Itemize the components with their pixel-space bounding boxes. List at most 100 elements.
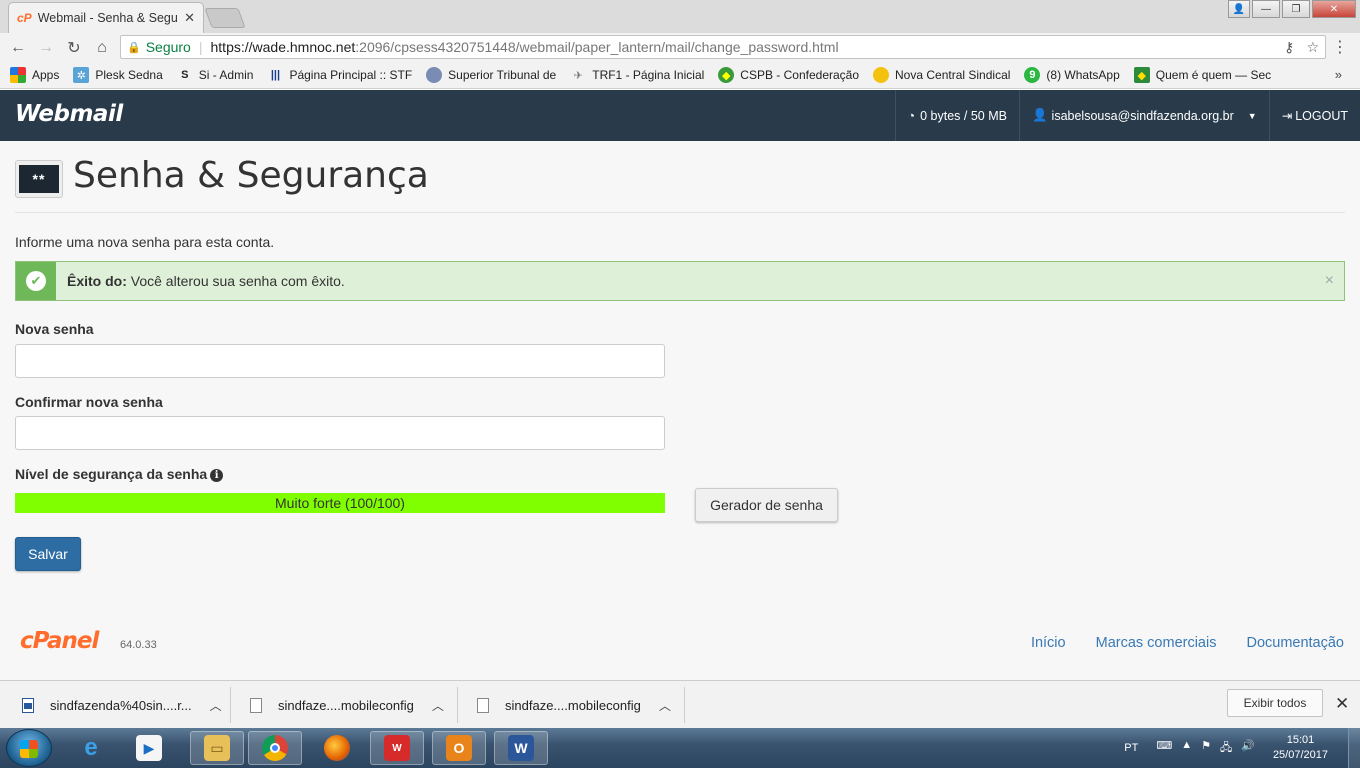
url-host: https://wade.hmnoc.net bbox=[210, 39, 356, 55]
bookmark-item[interactable]: ✈ TRF1 - Página Inicial bbox=[570, 67, 705, 83]
bookmark-item[interactable]: Superior Tribunal de bbox=[426, 67, 556, 83]
profile-icon[interactable]: 👤 bbox=[1228, 0, 1250, 18]
tray-expand-icon[interactable]: ▲ bbox=[1181, 739, 1192, 758]
key-icon[interactable]: ⚷ bbox=[1284, 39, 1294, 56]
volume-icon[interactable]: 🔊 bbox=[1241, 739, 1255, 758]
network-icon[interactable]: 🖧 bbox=[1220, 739, 1232, 758]
bookmark-item[interactable]: ◆ Quem é quem — Sec bbox=[1133, 67, 1271, 83]
system-tray: PT ⌨ ▲ ⚑ 🖧 🔊 15:01 25/07/2017 bbox=[1124, 728, 1360, 768]
bookmark-item[interactable]: ✲ Plesk Sedna bbox=[73, 67, 163, 83]
strength-text: Muito forte (100/100) bbox=[275, 495, 405, 511]
user-email: isabelsousa@sindfazenda.org.br bbox=[1051, 108, 1234, 123]
si-admin-icon: S bbox=[181, 69, 189, 81]
windows-logo-icon bbox=[20, 740, 38, 758]
chrome-icon[interactable] bbox=[248, 731, 302, 765]
download-item[interactable]: sindfaze....mobileconfig ︿ bbox=[477, 689, 671, 721]
main-content: ** Senha & Segurança Informe uma nova se… bbox=[0, 141, 1360, 680]
new-tab-button[interactable] bbox=[204, 8, 246, 28]
user-icon: 👤 bbox=[1031, 108, 1048, 122]
footer-link-home[interactable]: Início bbox=[1031, 635, 1066, 651]
reload-icon[interactable]: ↻ bbox=[60, 38, 88, 58]
download-filename: sindfaze....mobileconfig bbox=[505, 697, 641, 713]
bookmarks-bar: Apps ✲ Plesk Sedna S Si - Admin ||| Página … bbox=[0, 62, 1360, 89]
download-item[interactable]: sindfazenda%40sin....r... ︿ bbox=[22, 689, 222, 721]
language-indicator[interactable]: PT bbox=[1124, 742, 1138, 754]
password-page-icon: ** bbox=[15, 160, 63, 198]
quota-indicator[interactable]: ◔ 0 bytes / 50 MB bbox=[894, 90, 1019, 141]
bookmark-item[interactable]: 9 (8) WhatsApp bbox=[1024, 67, 1120, 83]
flag-icon[interactable]: ⚑ bbox=[1201, 739, 1211, 758]
maximize-button[interactable]: ❐ bbox=[1282, 0, 1310, 18]
bookmark-item[interactable]: ||| Página Principal :: STF bbox=[267, 67, 412, 83]
save-button[interactable]: Salvar bbox=[15, 537, 81, 571]
start-button[interactable] bbox=[6, 729, 52, 767]
browser-menu-icon[interactable]: ⋮ bbox=[1332, 37, 1348, 57]
window-close-button[interactable]: ✕ bbox=[1312, 0, 1356, 18]
cpanel-logo[interactable]: cPanel bbox=[20, 628, 99, 654]
bookmark-star-icon[interactable]: ☆ bbox=[1306, 39, 1319, 56]
clock[interactable]: 15:01 25/07/2017 bbox=[1273, 733, 1328, 763]
webmail-logo[interactable]: Webmail bbox=[15, 101, 123, 127]
alert-close-icon[interactable]: × bbox=[1325, 272, 1334, 290]
caret-down-icon: ▼ bbox=[1247, 110, 1257, 121]
word-icon[interactable]: W bbox=[494, 731, 548, 765]
home-icon[interactable]: ⌂ bbox=[88, 39, 116, 57]
browser-tab[interactable]: cP Webmail - Senha & Segu ✕ bbox=[8, 2, 204, 33]
lock-icon: 🔒 bbox=[127, 41, 141, 54]
footer-link-trademarks[interactable]: Marcas comerciais bbox=[1096, 635, 1217, 651]
secure-label: Seguro bbox=[145, 39, 191, 55]
bookmark-item[interactable]: Nova Central Sindical bbox=[873, 67, 1010, 83]
more-bookmarks-icon[interactable]: » bbox=[1335, 67, 1342, 82]
info-icon[interactable]: i bbox=[210, 469, 224, 482]
bookmark-item[interactable]: ◆ CSPB - Confederação bbox=[718, 67, 859, 83]
browser-tab-strip: cP Webmail - Senha & Segu ✕ 👤 — ❐ ✕ bbox=[0, 0, 1360, 33]
keyboard-icon[interactable]: ⌨ bbox=[1156, 739, 1172, 758]
shelf-close-icon[interactable]: ✕ bbox=[1335, 694, 1349, 714]
bookmark-label: CSPB - Confederação bbox=[740, 68, 860, 82]
cspb-icon: ◆ bbox=[718, 67, 735, 83]
outlook-icon[interactable]: O bbox=[432, 731, 486, 765]
user-menu[interactable]: 👤 isabelsousa@sindfazenda.org.br ▼ bbox=[1018, 90, 1269, 141]
success-alert: ✔ Êxito do: Você alterou sua senha com ê… bbox=[15, 261, 1345, 301]
file-explorer-icon[interactable]: ▭ bbox=[190, 731, 244, 765]
window-controls: 👤 — ❐ ✕ bbox=[1228, 0, 1356, 18]
password-generator-button[interactable]: Gerador de senha bbox=[695, 488, 838, 522]
download-separator bbox=[457, 687, 458, 723]
ncst-icon bbox=[873, 67, 890, 83]
tray-icons: ⌨ ▲ ⚑ 🖧 🔊 bbox=[1156, 739, 1255, 758]
password-strength-meter: Muito forte (100/100) bbox=[15, 493, 665, 513]
minimize-button[interactable]: — bbox=[1252, 0, 1280, 18]
checkmark-icon: ✔ bbox=[26, 271, 46, 291]
download-filename: sindfaze....mobileconfig bbox=[278, 697, 414, 713]
chevron-up-icon[interactable]: ︿ bbox=[432, 697, 444, 714]
address-bar[interactable]: 🔒 Seguro | https://wade.hmnoc.net :2096/… bbox=[120, 35, 1326, 59]
show-desktop-button[interactable] bbox=[1348, 728, 1360, 768]
bookmark-item[interactable]: Apps bbox=[10, 67, 59, 83]
bookmark-label: Apps bbox=[32, 68, 60, 82]
whatsapp-icon: 9 bbox=[1024, 67, 1041, 83]
download-item[interactable]: sindfaze....mobileconfig ︿ bbox=[250, 689, 444, 721]
forward-icon[interactable]: → bbox=[32, 39, 60, 57]
new-password-field[interactable] bbox=[15, 344, 665, 378]
stj-icon bbox=[426, 67, 443, 83]
stf-icon: ||| bbox=[270, 69, 281, 81]
new-password-label: Nova senha bbox=[15, 321, 94, 337]
redweb-icon[interactable]: W bbox=[370, 731, 424, 765]
chevron-up-icon[interactable]: ︿ bbox=[659, 697, 671, 714]
quota-text: 0 bytes / 50 MB bbox=[920, 108, 1007, 123]
omnibox-icons: ⚷ ☆ bbox=[1284, 39, 1319, 56]
tab-close-icon[interactable]: ✕ bbox=[184, 10, 195, 26]
chevron-up-icon[interactable]: ︿ bbox=[210, 697, 222, 714]
back-icon[interactable]: ← bbox=[4, 39, 32, 57]
show-all-downloads-button[interactable]: Exibir todos bbox=[1227, 689, 1323, 717]
cpanel-version: 64.0.33 bbox=[120, 639, 157, 651]
logout-button[interactable]: ⇥ LOGOUT bbox=[1268, 90, 1360, 141]
internet-explorer-icon[interactable]: e bbox=[64, 731, 118, 765]
firefox-icon[interactable] bbox=[310, 731, 364, 765]
footer-link-documentation[interactable]: Documentação bbox=[1246, 635, 1344, 651]
bookmark-label: (8) WhatsApp bbox=[1046, 68, 1120, 82]
alert-message: Êxito do: Você alterou sua senha com êxi… bbox=[67, 273, 345, 289]
bookmark-item[interactable]: S Si - Admin bbox=[177, 67, 253, 83]
confirm-password-field[interactable] bbox=[15, 416, 665, 450]
media-player-icon[interactable]: ▶ bbox=[122, 731, 176, 765]
